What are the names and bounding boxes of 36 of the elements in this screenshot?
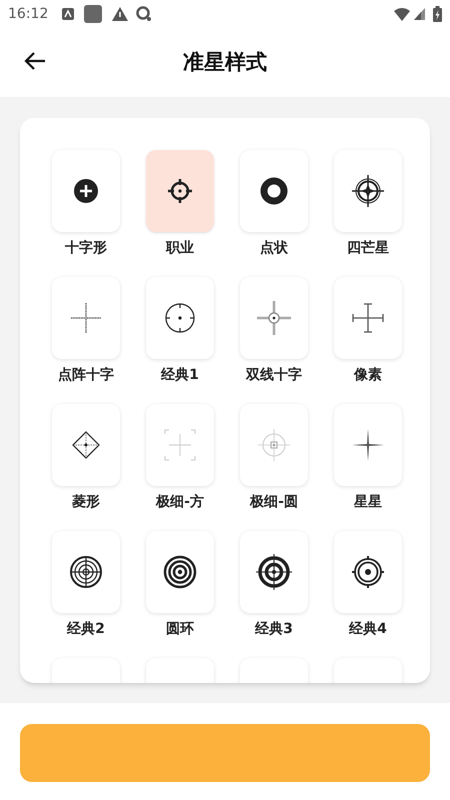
- style-label: 经典4: [349, 620, 387, 639]
- style-option[interactable]: [52, 150, 120, 232]
- style-option[interactable]: [240, 531, 308, 613]
- style-label: 经典3: [255, 620, 293, 639]
- style-label: 点状: [260, 239, 288, 258]
- warning-icon: [112, 7, 128, 21]
- style-option[interactable]: [146, 531, 214, 613]
- clock: 16:12: [8, 4, 48, 24]
- style-label: 职业: [166, 239, 194, 258]
- style-option[interactable]: [146, 277, 214, 359]
- style-label: 经典1: [161, 366, 199, 385]
- style-label: 菱形: [72, 493, 100, 512]
- style-option[interactable]: [240, 150, 308, 232]
- style-option[interactable]: [146, 150, 214, 232]
- signal-icon: [414, 8, 425, 20]
- style-label: 点阵十字: [58, 366, 114, 385]
- style-label: 星星: [354, 493, 382, 512]
- style-label: 极细-圆: [250, 493, 298, 512]
- style-option[interactable]: [334, 531, 402, 613]
- style-label: 极细-方: [156, 492, 204, 512]
- page-title: 准星样式: [183, 48, 267, 76]
- style-label: 十字形: [65, 238, 107, 258]
- style-option[interactable]: [52, 531, 120, 613]
- style-label: 双线十字: [246, 366, 302, 385]
- style-label: 经典2: [67, 620, 105, 639]
- style-option[interactable]: [334, 150, 402, 232]
- notification-icon: [62, 8, 74, 20]
- bold-target-icon: [254, 552, 294, 592]
- style-label: 四芒星: [347, 239, 389, 258]
- style-label: 像素: [354, 366, 382, 385]
- back-icon[interactable]: [24, 51, 46, 71]
- thick-cross-icon: [254, 298, 294, 338]
- app-icon: [84, 5, 102, 23]
- battery-icon: [433, 6, 442, 22]
- wifi-icon: [394, 8, 410, 20]
- style-label: 圆环: [166, 620, 194, 639]
